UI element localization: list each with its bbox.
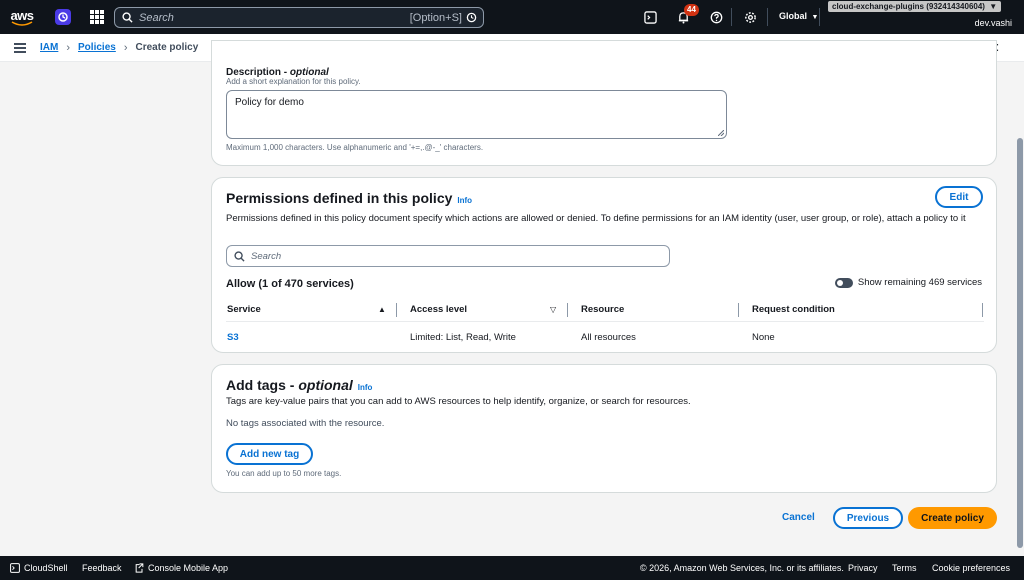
user-name: dev.vashi — [974, 18, 1012, 28]
sort-ascending-icon[interactable]: ▲ — [378, 305, 386, 314]
service-link-s3[interactable]: S3 — [227, 332, 239, 343]
column-divider[interactable] — [982, 303, 983, 317]
column-divider[interactable] — [567, 303, 568, 317]
permissions-search-input[interactable]: Search — [226, 245, 670, 267]
chevron-right-icon: › — [66, 41, 71, 54]
permissions-info-link[interactable]: Info — [457, 196, 472, 205]
tags-info-link[interactable]: Info — [358, 383, 373, 392]
column-header-access-level[interactable]: Access level — [410, 304, 467, 315]
tags-empty-message: No tags associated with the resource. — [226, 418, 385, 429]
nav-divider — [819, 8, 820, 26]
terms-link[interactable]: Terms — [892, 563, 917, 573]
feedback-link[interactable]: Feedback — [82, 563, 122, 573]
cloudshell-footer-button[interactable]: CloudShell — [10, 563, 68, 573]
page-scrollbar-thumb[interactable] — [1017, 138, 1023, 548]
region-label: Global — [779, 11, 808, 21]
account-menu[interactable]: cloud-exchange-plugins (932414340604) ▼ — [828, 1, 1002, 12]
column-header-resource[interactable]: Resource — [581, 304, 624, 315]
create-policy-button[interactable]: Create policy — [908, 507, 997, 529]
breadcrumb-policies[interactable]: Policies — [78, 42, 116, 53]
resource-cell: All resources — [581, 332, 636, 343]
breadcrumb-current: Create policy — [135, 42, 199, 53]
service-hex-icon[interactable] — [54, 8, 72, 26]
description-value: Policy for demo — [235, 97, 304, 108]
tags-heading: Add tags - optional Info — [226, 377, 372, 393]
column-divider[interactable] — [396, 303, 397, 317]
permissions-search-placeholder: Search — [251, 250, 282, 262]
help-icon[interactable] — [708, 9, 724, 25]
column-header-request-condition[interactable]: Request condition — [752, 304, 835, 315]
aws-smile-icon — [11, 21, 33, 26]
caret-down-icon: ▼ — [811, 14, 819, 21]
global-search-input[interactable]: Search [Option+S] — [114, 7, 484, 28]
privacy-link[interactable]: Privacy — [848, 563, 878, 573]
search-placeholder: Search — [139, 11, 174, 24]
permissions-card: Permissions defined in this policy Info … — [211, 177, 997, 353]
column-divider[interactable] — [738, 303, 739, 317]
request-condition-cell: None — [752, 332, 775, 343]
caret-down-icon: ▼ — [989, 2, 998, 11]
sort-descending-icon[interactable]: ▽ — [550, 305, 556, 314]
cloudshell-label: CloudShell — [24, 563, 68, 573]
tags-limit-hint: You can add up to 50 more tags. — [226, 469, 342, 478]
description-constraint: Maximum 1,000 characters. Use alphanumer… — [226, 143, 484, 152]
show-remaining-toggle-row: Show remaining 469 services — [834, 277, 982, 288]
top-navigation: aws Search [Option+S] 44 Global ▼ cloud-… — [0, 0, 1024, 34]
resize-handle-icon[interactable] — [718, 130, 724, 136]
copyright-text: © 2026, Amazon Web Services, Inc. or its… — [640, 563, 844, 573]
tags-card: Add tags - optional Info Tags are key-va… — [211, 364, 997, 493]
menu-hamburger-icon[interactable] — [14, 42, 26, 53]
description-hint: Add a short explanation for this policy. — [226, 77, 361, 86]
description-label-row: Description - optional — [226, 67, 329, 78]
breadcrumb-iam[interactable]: IAM — [40, 42, 58, 53]
policy-details-card: Description - optional Add a short expla… — [211, 40, 997, 166]
add-new-tag-button[interactable]: Add new tag — [226, 443, 313, 465]
nav-divider — [731, 8, 732, 26]
chevron-right-icon: › — [123, 41, 128, 54]
table-header-divider — [226, 321, 984, 322]
previous-button[interactable]: Previous — [833, 507, 903, 529]
tags-optional-label: optional — [298, 377, 353, 393]
permissions-heading: Permissions defined in this policy Info — [226, 190, 472, 206]
show-remaining-label: Show remaining 469 services — [857, 277, 982, 288]
aws-logo[interactable]: aws — [2, 0, 42, 34]
external-link-icon — [135, 563, 144, 573]
tags-description: Tags are key-value pairs that you can ad… — [226, 396, 691, 407]
region-selector[interactable]: Global ▼ — [779, 11, 818, 21]
mobile-app-label: Console Mobile App — [148, 563, 229, 573]
cookie-preferences-link[interactable]: Cookie preferences — [932, 563, 1010, 573]
search-icon — [122, 12, 133, 23]
show-remaining-toggle[interactable] — [834, 277, 853, 288]
permissions-title: Permissions defined in this policy — [226, 190, 453, 206]
edit-button[interactable]: Edit — [935, 186, 983, 208]
search-hex-icon — [466, 12, 477, 23]
cloudshell-icon — [10, 563, 20, 573]
settings-gear-icon[interactable] — [742, 9, 758, 25]
console-footer: CloudShell Feedback Console Mobile App ©… — [0, 556, 1024, 580]
column-header-service[interactable]: Service — [227, 304, 261, 315]
breadcrumb: IAM › Policies › Create policy — [40, 42, 198, 54]
search-icon — [234, 250, 245, 262]
account-label: cloud-exchange-plugins (932414340604) — [832, 2, 985, 11]
permissions-description: Permissions defined in this policy docum… — [226, 213, 966, 224]
tags-title: Add tags - — [226, 377, 299, 393]
apps-grid-icon[interactable] — [90, 10, 104, 24]
mobile-app-link[interactable]: Console Mobile App — [135, 563, 228, 573]
notification-count-badge: 44 — [684, 4, 699, 16]
description-textarea[interactable]: Policy for demo — [226, 90, 727, 139]
search-shortcut: [Option+S] — [409, 11, 462, 24]
cancel-button[interactable]: Cancel — [782, 512, 815, 523]
allow-services-title: Allow (1 of 470 services) — [226, 278, 354, 290]
nav-divider — [767, 8, 768, 26]
access-level-cell: Limited: List, Read, Write — [410, 332, 516, 343]
cloudshell-icon[interactable] — [642, 9, 658, 25]
